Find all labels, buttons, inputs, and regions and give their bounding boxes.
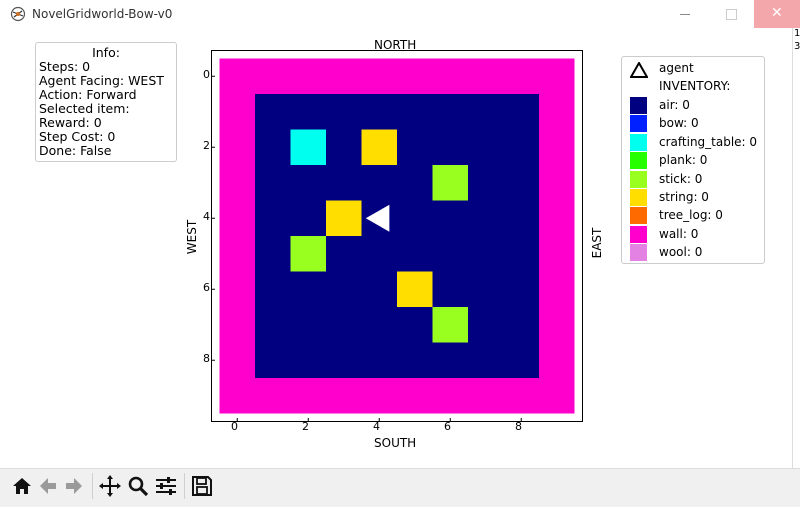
info-steps: Steps: 0 bbox=[39, 59, 91, 74]
info-reward: Reward: 0 bbox=[39, 115, 102, 130]
legend-item-label: wool: 0 bbox=[659, 245, 703, 260]
save-icon[interactable] bbox=[190, 473, 214, 499]
legend-item-label: string: 0 bbox=[659, 190, 709, 204]
legend-color-swatch bbox=[630, 97, 647, 114]
background-text: 1 bbox=[794, 28, 800, 39]
legend-item-label: crafting_table: 0 bbox=[659, 134, 758, 149]
legend-color-swatch bbox=[630, 225, 647, 243]
pan-icon[interactable] bbox=[98, 473, 122, 499]
legend-item-label: tree_log: 0 bbox=[659, 208, 723, 223]
info-box: Info: Steps: 0 Agent Facing: WEST Action… bbox=[35, 42, 177, 162]
grid-plot bbox=[211, 50, 583, 422]
maximize-button[interactable] bbox=[708, 0, 754, 28]
grid-cell-stick bbox=[432, 307, 468, 343]
grid-cell-string bbox=[397, 271, 433, 307]
legend: agent INVENTORY: air: 0 bow: 0 crafting_ta… bbox=[621, 56, 765, 264]
title-bar: NovelGridworld-Bow-v0 ✕ bbox=[0, 0, 800, 28]
legend-item-label: stick: 0 bbox=[659, 171, 703, 186]
y-tick-label: 2 bbox=[203, 139, 210, 152]
legend-color-swatch bbox=[630, 115, 647, 133]
matplotlib-toolbar bbox=[0, 468, 800, 507]
forward-icon[interactable] bbox=[62, 473, 86, 499]
configure-subplots-icon[interactable] bbox=[154, 473, 178, 499]
legend-color-swatch bbox=[630, 207, 647, 225]
y-tick-label: 8 bbox=[203, 352, 210, 365]
east-label: EAST bbox=[590, 227, 604, 259]
info-agent-facing: Agent Facing: WEST bbox=[39, 73, 164, 88]
background-text: 3 bbox=[794, 41, 800, 52]
grid-cell-string bbox=[361, 129, 397, 165]
legend-color-swatch bbox=[630, 133, 647, 151]
legend-color-swatch bbox=[630, 152, 647, 170]
y-tick-label: 0 bbox=[203, 68, 210, 81]
info-action: Action: Forward bbox=[39, 87, 137, 102]
window-title: NovelGridworld-Bow-v0 bbox=[32, 7, 173, 21]
legend-item-label: air: 0 bbox=[659, 98, 690, 112]
y-tick-label: 6 bbox=[203, 281, 210, 294]
close-icon: ✕ bbox=[771, 5, 783, 21]
legend-agent-label: agent bbox=[659, 61, 694, 75]
toolbar-separator bbox=[92, 473, 93, 499]
legend-color-swatch bbox=[630, 244, 647, 262]
legend-item-label: wall: 0 bbox=[659, 226, 699, 241]
app-icon bbox=[10, 6, 26, 22]
grid-cell-crafting_table bbox=[290, 129, 326, 165]
zoom-icon[interactable] bbox=[126, 473, 150, 499]
legend-color-swatch bbox=[630, 170, 647, 188]
info-done: Done: False bbox=[39, 143, 112, 158]
back-icon[interactable] bbox=[36, 473, 60, 499]
info-step-cost: Step Cost: 0 bbox=[39, 129, 116, 144]
legend-inventory-title: INVENTORY: bbox=[659, 79, 731, 93]
south-label: SOUTH bbox=[374, 436, 417, 450]
toolbar-separator bbox=[184, 473, 185, 499]
legend-color-swatch bbox=[630, 189, 647, 206]
legend-item-label: bow: 0 bbox=[659, 116, 699, 131]
background-window: 1 3 bbox=[792, 28, 800, 506]
west-label: WEST bbox=[185, 219, 199, 255]
agent-triangle-icon bbox=[630, 62, 648, 78]
grid-cell-string bbox=[326, 200, 362, 236]
info-selected-item: Selected item: bbox=[39, 101, 130, 116]
legend-item-label: plank: 0 bbox=[659, 153, 708, 168]
info-title: Info: bbox=[92, 45, 120, 60]
grid-cell-stick bbox=[290, 236, 326, 272]
y-tick-label: 4 bbox=[203, 210, 210, 223]
grid-cell-stick bbox=[432, 165, 468, 201]
close-button[interactable]: ✕ bbox=[754, 0, 800, 28]
minimize-button[interactable] bbox=[662, 0, 708, 28]
home-icon[interactable] bbox=[10, 473, 34, 499]
